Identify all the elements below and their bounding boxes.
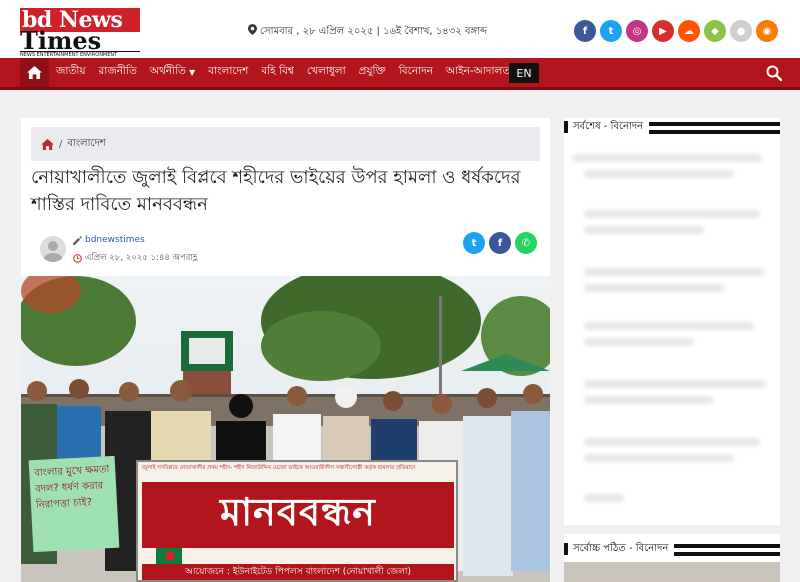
flag-circle xyxy=(165,551,175,561)
chevron-down-icon: ▼ xyxy=(188,68,196,77)
android-link[interactable]: ◆ xyxy=(704,20,726,42)
placard-text: বাংলার মুখে ক্ষমতা বদল? ধর্ষণ করার নিরাপ… xyxy=(34,464,110,511)
article-card: / বাংলাদেশ নোয়াখালীতে জুলাই বিপ্লবে শহী… xyxy=(21,118,550,582)
twitter-icon: t xyxy=(471,237,477,249)
banner-main-title: মানববন্ধন xyxy=(142,482,454,548)
apple-link[interactable]: ● xyxy=(730,20,752,42)
nav-item-label: বিনোদন xyxy=(398,65,433,77)
date-display: সোমবার , ২৮ এপ্রিল ২০২৫ | ১৬ই বৈশাখ, ১৪৩… xyxy=(248,24,487,41)
rss-icon: ◉ xyxy=(762,25,772,37)
language-switch-button[interactable]: EN xyxy=(509,63,539,83)
android-icon: ◆ xyxy=(711,25,719,37)
home-icon xyxy=(27,66,42,79)
nav-item-label: আইন-আদালত xyxy=(445,65,511,77)
banner-bottom-text: আয়োজনে : ইউনাইটেড পিপলস বাংলাদেশ (নোয়া… xyxy=(142,564,454,580)
nav-item-4[interactable]: বহি বিশ্ব xyxy=(261,64,294,81)
sidebar-popular-title: সর্বোচ্চ পঠিত - বিনোদন xyxy=(573,543,669,554)
nav-item-1[interactable]: রাজনীতি xyxy=(99,64,137,81)
rss-link[interactable]: ◉ xyxy=(756,20,778,42)
nav-item-label: খেলাধুলা xyxy=(306,65,346,77)
nav-item-7[interactable]: বিনোদন xyxy=(399,64,433,81)
twitter-icon: t xyxy=(608,25,614,37)
nav-menu: জাতীয় রাজনীতি অর্থনীতি ▼ বাংলাদেশ বহি বিশ্ব খ… xyxy=(56,58,523,87)
article-title: নোয়াখালীতে জুলাই বিপ্লবে শহীদের ভাইয়ের… xyxy=(31,167,521,215)
featured-photo: বাংলার মুখে ক্ষমতা বদল? ধর্ষণ করার নিরাপ… xyxy=(21,276,550,582)
sidebar-popular: সর্বোচ্চ পঠিত - বিনোদন xyxy=(564,534,780,582)
breadcrumb: / বাংলাদেশ xyxy=(31,127,540,161)
share-whatsapp-button[interactable]: ✆ xyxy=(515,232,537,254)
breadcrumb-section[interactable]: বাংলাদেশ xyxy=(67,136,105,153)
banner-flag xyxy=(156,548,182,564)
share-twitter-button[interactable]: t xyxy=(463,232,485,254)
banner-main-text: মানববন্ধন xyxy=(220,490,376,534)
nav-item-label: জাতীয় xyxy=(56,65,86,77)
soundcloud-link[interactable]: ☁ xyxy=(678,20,700,42)
publish-date: এপ্রিল ২৮, ২০২৫ ১:৪৪ অপরাহ্ণ xyxy=(73,251,197,265)
nav-item-6[interactable]: প্রযুক্তি xyxy=(359,64,386,81)
facebook-icon: f xyxy=(497,237,503,249)
nav-item-5[interactable]: খেলাধুলা xyxy=(307,64,346,81)
search-icon[interactable] xyxy=(766,65,782,81)
logo-tagline: NEWS ENTERTAINMENT ENVIRONMENT xyxy=(20,51,140,58)
nav-item-8[interactable]: আইন-আদালত xyxy=(446,64,510,81)
youtube-icon: ▶ xyxy=(659,25,667,37)
nav-item-0[interactable]: জাতীয় xyxy=(56,64,86,81)
site-header: bd News Times NEWS ENTERTAINMENT ENVIRON… xyxy=(0,0,800,58)
twitter-link[interactable]: t xyxy=(600,20,622,42)
share-facebook-button[interactable]: f xyxy=(489,232,511,254)
instagram-icon: ◎ xyxy=(632,25,642,37)
heading-bar xyxy=(564,543,568,555)
protest-banner: জুলাই গণবিপ্লবে নোয়াখালীর প্রথম শহীদ- শ… xyxy=(136,460,458,582)
nav-item-3[interactable]: বাংলাদেশ xyxy=(208,64,248,81)
user-icon xyxy=(43,241,63,262)
sidebar-popular-heading: সর্বোচ্চ পঠিত - বিনোদন xyxy=(564,542,780,556)
nav-item-label: অর্থনীতি xyxy=(149,65,186,77)
nav-item-2[interactable]: অর্থনীতি ▼ xyxy=(150,64,195,81)
home-button[interactable] xyxy=(20,58,49,87)
sidebar-latest-label: সর্বশেষ - বিনোদন xyxy=(564,120,650,134)
publish-date-text: এপ্রিল ২৮, ২০২৫ ১:৪৪ অপরাহ্ণ xyxy=(85,253,198,263)
banner-top-text: জুলাই গণবিপ্লবে নোয়াখালীর প্রথম শহীদ- শ… xyxy=(142,465,416,471)
pencil-icon xyxy=(73,235,82,245)
facebook-icon: f xyxy=(582,25,588,37)
main-navigation: জাতীয় রাজনীতি অর্থনীতি ▼ বাংলাদেশ বহি বিশ্ব খ… xyxy=(0,58,800,90)
facebook-link[interactable]: f xyxy=(574,20,596,42)
nav-item-label: বহি বিশ্ব xyxy=(261,65,294,77)
sidebar-popular-label: সর্বোচ্চ পঠিত - বিনোদন xyxy=(564,542,675,556)
whatsapp-icon: ✆ xyxy=(521,237,531,249)
site-logo[interactable]: bd News Times NEWS ENTERTAINMENT ENVIRON… xyxy=(20,8,140,58)
author-name[interactable]: bdnewstimes xyxy=(85,235,145,245)
sidebar-latest-heading: সর্বশেষ - বিনোদন xyxy=(564,120,780,134)
author-line: bdnewstimes xyxy=(73,235,145,245)
logo-line2: Times xyxy=(20,26,102,55)
author-avatar[interactable] xyxy=(40,236,66,262)
social-links: f t ◎ ▶ ☁ ◆ ● ◉ xyxy=(574,20,778,42)
protest-placard: বাংলার মুখে ক্ষমতা বদল? ধর্ষণ করার নিরাপ… xyxy=(28,455,120,553)
share-buttons: t f ✆ xyxy=(463,232,537,254)
breadcrumb-separator: / xyxy=(59,138,63,150)
location-pin-icon xyxy=(248,24,257,35)
home-icon[interactable] xyxy=(41,138,54,150)
instagram-link[interactable]: ◎ xyxy=(626,20,648,42)
sidebar-popular-thumb[interactable] xyxy=(564,562,780,582)
nav-item-label: প্রযুক্তি xyxy=(358,65,386,77)
date-text: সোমবার , ২৮ এপ্রিল ২০২৫ | ১৬ই বৈশাখ, ১৪৩… xyxy=(260,26,488,37)
sidebar-latest-title: সর্বশেষ - বিনোদন xyxy=(573,121,644,132)
nav-item-label: বাংলাদেশ xyxy=(208,65,249,77)
apple-icon: ● xyxy=(736,25,746,37)
sidebar-latest: সর্বশেষ - বিনোদন xyxy=(564,118,780,525)
nav-item-label: রাজনীতি xyxy=(98,65,137,77)
youtube-link[interactable]: ▶ xyxy=(652,20,674,42)
soundcloud-icon: ☁ xyxy=(684,25,694,37)
heading-bar xyxy=(564,121,568,133)
clock-icon xyxy=(73,253,82,263)
